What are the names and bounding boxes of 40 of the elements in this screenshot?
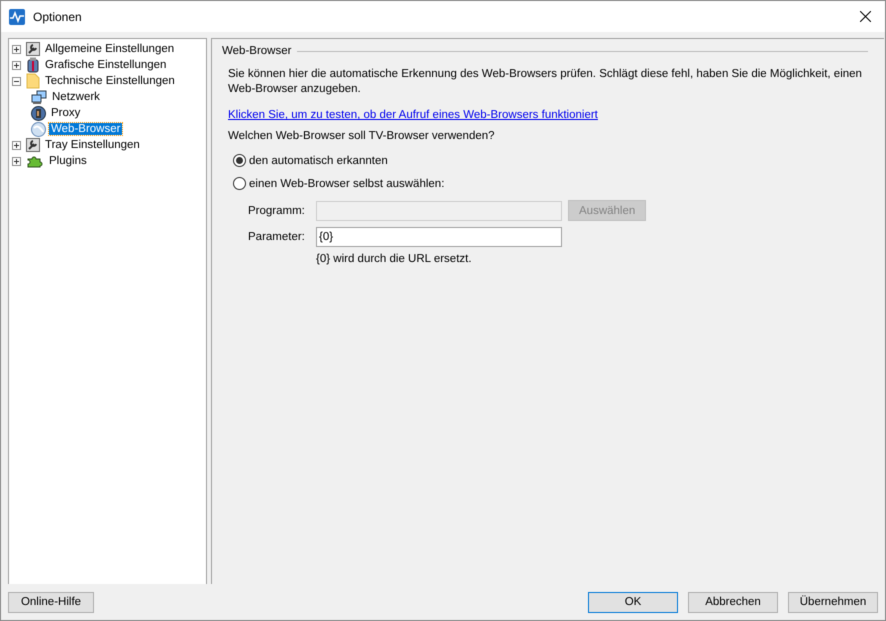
section-title: Web-Browser [222,45,292,57]
wrench-icon [26,138,40,152]
test-link[interactable]: Klicken Sie, um zu testen, ob der Aufruf eines Web-Browsers funktioniert [228,109,868,121]
tree-item[interactable]: Plugins [47,155,89,167]
field-label: Programm: [248,204,306,216]
tree-item[interactable]: Grafische Einstellungen [43,59,168,71]
tree-item[interactable]: Allgemeine Einstellungen [43,43,176,55]
proxy-globe-icon [31,106,46,120]
tree-item[interactable]: Technische Einstellungen [43,75,177,87]
tree-item[interactable]: Proxy [49,107,82,119]
close-icon [860,11,870,22]
description-text: Sie können hier die automatische Erkennung des Web-Browsers prüfen. Schlägt diese fehl, haben Sie die Möglichkeit, einen Web-Browser anzugeben. [228,67,863,97]
wrench-icon [26,42,40,56]
network-computers-icon [31,90,47,104]
tree-item[interactable]: Web-Browser [49,123,122,135]
window-title: Optionen [33,10,83,24]
app-icon [9,8,25,24]
paint-jar-icon [26,57,40,73]
dialog-button[interactable]: OK [588,592,678,612]
field-label: Parameter: [248,231,306,243]
radio-label: einen Web-Browser selbst auswählen: [249,178,444,190]
expand-toggle[interactable] [12,140,21,150]
collapse-toggle[interactable] [12,76,21,86]
folder-icon [26,73,40,89]
question-text: Welchen Web-Browser soll TV-Browser verwenden? [228,129,496,144]
tree-item[interactable]: Tray Einstellungen [43,139,142,151]
radio-button[interactable] [233,154,246,167]
hint-text: {0} wird durch die URL ersetzt. [316,253,473,265]
globe-icon [31,122,46,136]
help-button[interactable]: Online-Hilfe [8,592,94,612]
expand-toggle[interactable] [12,60,21,70]
tree-item[interactable]: Netzwerk [50,91,102,103]
expand-toggle[interactable] [12,44,21,54]
dialog-button[interactable]: Abbrechen [688,592,778,612]
parameter-field[interactable]: {0} [316,227,562,247]
dialog-button[interactable]: Übernehmen [788,592,878,612]
expand-toggle[interactable] [12,156,21,166]
radio-button[interactable] [233,177,246,190]
radio-label: den automatisch erkannten [249,154,388,166]
puzzle-icon [26,154,44,168]
